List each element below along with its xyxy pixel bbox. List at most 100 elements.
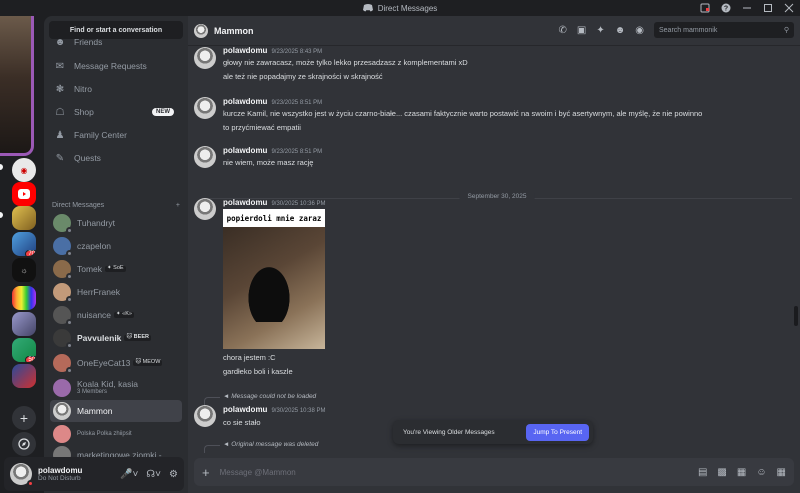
nav-label: Family Center: [74, 130, 127, 140]
attach-plus-icon[interactable]: +: [202, 465, 210, 480]
reply-icon: ◄: [223, 441, 232, 448]
user-status: Do Not Disturb: [38, 474, 81, 482]
message-author: polawdomu 9/30/2025 10:38 PM: [223, 405, 326, 414]
message-avatar[interactable]: [194, 198, 216, 220]
dm-item[interactable]: Pavvulenik 🐱 BEER: [50, 327, 182, 349]
search-icon: ⚲: [783, 27, 789, 34]
status-dot: [66, 227, 73, 234]
sticker-icon[interactable]: ▦: [737, 467, 746, 478]
dm-name: HerrFranek: [77, 286, 120, 297]
message-avatar[interactable]: [194, 47, 216, 69]
reply-preview[interactable]: ◄ Original message was deleted: [223, 441, 318, 448]
help-icon[interactable]: ?: [720, 2, 731, 13]
server-icon[interactable]: ◉: [12, 158, 36, 182]
avatar: [194, 23, 208, 38]
date-divider-label: September 30, 2025: [459, 193, 535, 200]
settings-gear-icon[interactable]: ⚙: [169, 469, 178, 480]
avatar: [53, 237, 73, 257]
dm-item[interactable]: Koala Kid, kasia 3 Members: [50, 377, 182, 399]
nav-shop[interactable]: ☖ Shop NEW: [50, 102, 182, 122]
nav-nitro[interactable]: ❃ Nitro: [50, 79, 182, 99]
pin-icon[interactable]: ✦: [596, 25, 604, 36]
gift-icon[interactable]: ▤: [698, 467, 707, 478]
create-dm-button[interactable]: +: [176, 202, 180, 209]
server-icon[interactable]: ☼: [12, 258, 36, 282]
youtube-server-icon[interactable]: [12, 182, 36, 206]
dm-item[interactable]: OneEyeCat13 🐱 MEOW: [50, 350, 182, 376]
search-placeholder: Search mammonik: [659, 26, 718, 34]
message-composer[interactable]: + Message @Mammon ▤ ▩ ▦ ☺ ▦: [194, 458, 794, 486]
call-icon[interactable]: ✆: [559, 25, 567, 36]
message-timestamp: 9/23/2025 8:51 PM: [271, 100, 323, 106]
status-dot: [66, 250, 73, 257]
nav-family-center[interactable]: ♟ Family Center: [50, 125, 182, 145]
dm-item-active[interactable]: Mammon: [50, 400, 182, 422]
author-name[interactable]: polawdomu: [223, 46, 267, 55]
dm-name: Tomek ✦ SoE: [77, 264, 126, 274]
video-preview[interactable]: [0, 16, 34, 156]
microphone-icon[interactable]: 🎤˅: [120, 469, 138, 480]
headphones-icon[interactable]: ☊˅: [146, 469, 161, 480]
chat-area: Mammon ✆ ▣ ✦ ☻ ◉ Search mammonik ⚲ polaw…: [188, 16, 800, 493]
title-bar: Direct Messages ?: [0, 0, 800, 16]
dm-item[interactable]: czapelon: [50, 235, 182, 257]
dm-section-header: Direct Messages +: [52, 202, 180, 209]
apps-icon[interactable]: ▦: [777, 467, 786, 478]
author-name[interactable]: polawdomu: [223, 405, 267, 414]
message-avatar[interactable]: [194, 97, 216, 119]
server-icon[interactable]: [12, 364, 36, 388]
message-input-placeholder[interactable]: Message @Mammon: [220, 468, 296, 477]
message-avatar[interactable]: [194, 405, 216, 427]
gif-icon[interactable]: ▩: [717, 467, 726, 478]
server-icon[interactable]: [12, 312, 36, 336]
nav-quests[interactable]: ✎ Quests: [50, 148, 182, 168]
jump-to-present-button[interactable]: Jump To Present: [526, 423, 589, 441]
maximize-icon[interactable]: [762, 2, 773, 13]
message-author: polawdomu 9/30/2025 10:36 PM: [223, 198, 326, 207]
server-icon[interactable]: 70: [12, 232, 36, 256]
dm-item[interactable]: HerrFranek: [50, 281, 182, 303]
status-dot: [66, 319, 73, 326]
author-name[interactable]: polawdomu: [223, 146, 267, 155]
discord-logo-icon: [363, 3, 374, 14]
dm-item[interactable]: nuisance ✦ «K»: [50, 304, 182, 326]
message-author: polawdomu 9/23/2025 8:51 PM: [223, 146, 322, 155]
server-icon[interactable]: 50: [12, 338, 36, 362]
scrollbar-thumb[interactable]: [794, 306, 798, 326]
author-name[interactable]: polawdomu: [223, 198, 267, 207]
emoji-icon[interactable]: ☺: [756, 467, 766, 478]
reply-preview[interactable]: ◄ Message could not be loaded: [223, 393, 316, 400]
dm-item[interactable]: Polska Polka zhiipsit: [50, 423, 182, 445]
dm-item[interactable]: Tuhandryt: [50, 212, 182, 234]
nav-friends[interactable]: ☻ Friends: [50, 34, 182, 50]
minimize-icon[interactable]: [741, 2, 752, 13]
server-icon[interactable]: [12, 286, 36, 310]
video-call-icon[interactable]: ▣: [577, 25, 586, 36]
server-icon[interactable]: [12, 206, 36, 230]
author-name[interactable]: polawdomu: [223, 97, 267, 106]
quests-icon: ✎: [55, 152, 65, 164]
profile-icon[interactable]: ◉: [635, 25, 644, 36]
dm-name-text: nuisance: [77, 309, 112, 320]
message-timestamp: 9/23/2025 8:51 PM: [271, 149, 323, 155]
dm-name: czapelon: [77, 240, 112, 251]
avatar[interactable]: [10, 463, 34, 487]
message-text: kurcze Kamil, nie wszystko jest w życiu …: [223, 109, 703, 118]
discover-icon[interactable]: [12, 432, 36, 456]
reply-text: Original message was deleted: [231, 441, 319, 448]
reply-icon: ◄: [223, 393, 232, 400]
add-server-icon[interactable]: +: [12, 406, 36, 430]
inbox-icon[interactable]: [699, 2, 710, 13]
add-friend-icon[interactable]: ☻: [615, 25, 626, 36]
dm-name: OneEyeCat13 🐱 MEOW: [77, 358, 163, 368]
message-avatar[interactable]: [194, 146, 216, 168]
message-author: polawdomu 9/23/2025 8:43 PM: [223, 46, 322, 55]
avatar: [53, 354, 73, 374]
close-icon[interactable]: [783, 2, 794, 13]
status-dot: [66, 273, 73, 280]
search-input[interactable]: Search mammonik ⚲: [654, 22, 794, 38]
friends-icon: ☻: [54, 36, 66, 48]
dm-item[interactable]: Tomek ✦ SoE: [50, 258, 182, 280]
image-attachment[interactable]: popierdoli mnie zaraz: [223, 209, 325, 349]
nav-message-requests[interactable]: ✉ Message Requests: [50, 56, 182, 76]
